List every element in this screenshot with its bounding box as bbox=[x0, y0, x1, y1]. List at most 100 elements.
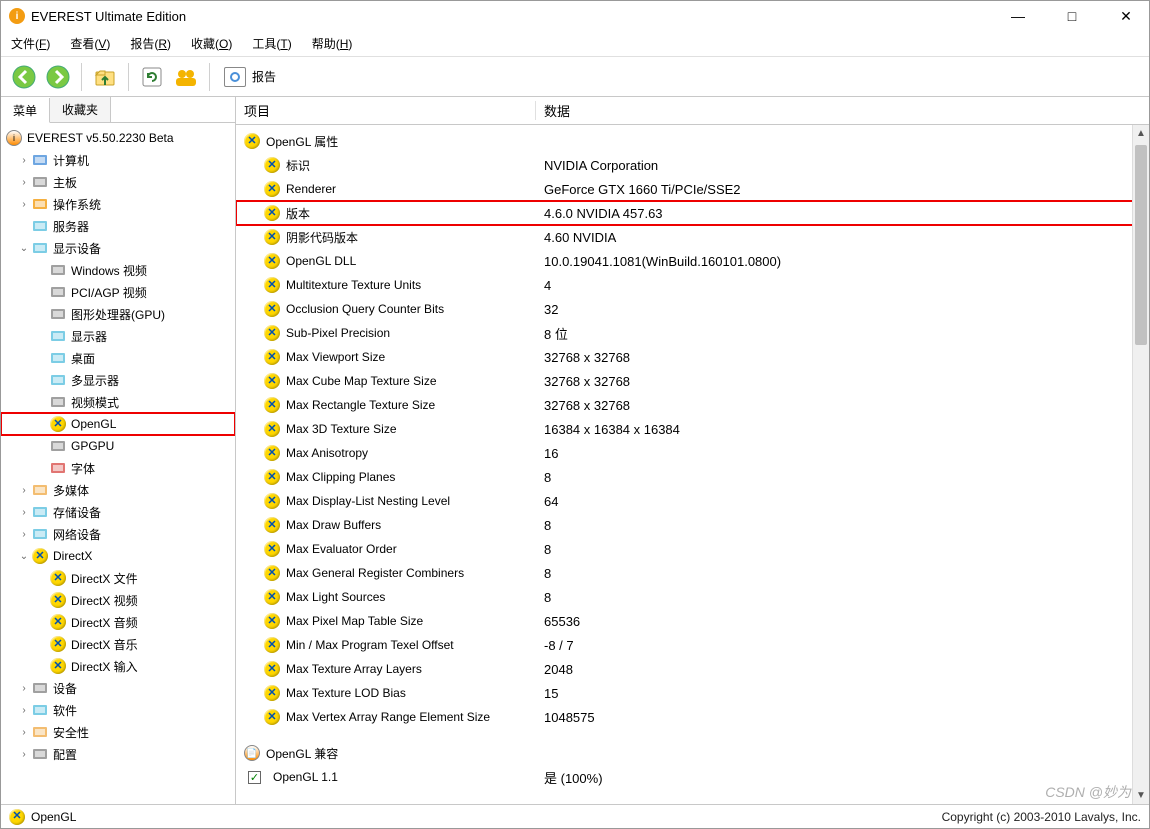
refresh-button[interactable] bbox=[137, 62, 167, 92]
tree-node[interactable]: 显示器 bbox=[1, 325, 235, 347]
expander-icon[interactable]: › bbox=[17, 727, 31, 738]
tree-node[interactable]: 桌面 bbox=[1, 347, 235, 369]
minimize-button[interactable]: — bbox=[1003, 1, 1033, 31]
tab-favorites[interactable]: 收藏夹 bbox=[50, 97, 111, 122]
property-row[interactable]: ✕Max Evaluator Order8 bbox=[236, 537, 1149, 561]
tree-label: 显示器 bbox=[71, 328, 107, 345]
property-value: 32768 x 32768 bbox=[536, 350, 1149, 365]
tab-menu[interactable]: 菜单 bbox=[1, 98, 50, 123]
tree-node[interactable]: ›主板 bbox=[1, 171, 235, 193]
tree-label: GPGPU bbox=[71, 439, 114, 453]
menu-item[interactable]: 查看(V) bbox=[66, 33, 114, 54]
tree-node[interactable]: 多显示器 bbox=[1, 369, 235, 391]
property-row[interactable]: ✕Multitexture Texture Units4 bbox=[236, 273, 1149, 297]
scroll-up-arrow[interactable]: ▲ bbox=[1133, 125, 1149, 142]
users-button[interactable] bbox=[171, 62, 201, 92]
tree-node[interactable]: ✕DirectX 视频 bbox=[1, 589, 235, 611]
maximize-button[interactable]: □ bbox=[1057, 1, 1087, 31]
property-value: 8 bbox=[536, 590, 1149, 605]
property-row[interactable]: ✕Max Light Sources8 bbox=[236, 585, 1149, 609]
report-button[interactable]: 报告 bbox=[218, 62, 282, 92]
property-row[interactable]: ✕Max Viewport Size32768 x 32768 bbox=[236, 345, 1149, 369]
expander-icon[interactable]: › bbox=[17, 705, 31, 716]
header-col-data[interactable]: 数据 bbox=[536, 101, 1149, 120]
tree-node[interactable]: ✕DirectX 文件 bbox=[1, 567, 235, 589]
tree-node[interactable]: ✕DirectX 音乐 bbox=[1, 633, 235, 655]
tree-node[interactable]: 字体 bbox=[1, 457, 235, 479]
tree-root[interactable]: iEVEREST v5.50.2230 Beta bbox=[1, 127, 235, 149]
tree-node[interactable]: 图形处理器(GPU) bbox=[1, 303, 235, 325]
menu-item[interactable]: 报告(R) bbox=[126, 33, 175, 54]
tree-node[interactable]: ›软件 bbox=[1, 699, 235, 721]
tree-node[interactable]: ✕DirectX 音频 bbox=[1, 611, 235, 633]
compat-row[interactable]: ✓OpenGL 1.1是 (100%) bbox=[236, 765, 1149, 789]
tree-node[interactable]: 视频模式 bbox=[1, 391, 235, 413]
back-button[interactable] bbox=[9, 62, 39, 92]
scroll-down-arrow[interactable]: ▼ bbox=[1133, 787, 1149, 804]
tree-node[interactable]: ›网络设备 bbox=[1, 523, 235, 545]
expander-icon[interactable]: › bbox=[17, 485, 31, 496]
property-row[interactable]: ✕Max 3D Texture Size16384 x 16384 x 1638… bbox=[236, 417, 1149, 441]
expander-icon[interactable]: ⌄ bbox=[17, 243, 31, 254]
property-row[interactable]: ✕标识NVIDIA Corporation bbox=[236, 153, 1149, 177]
scroll-thumb[interactable] bbox=[1135, 145, 1147, 345]
up-button[interactable] bbox=[90, 62, 120, 92]
property-row[interactable]: ✕Sub-Pixel Precision8 位 bbox=[236, 321, 1149, 345]
tree-node[interactable]: ›多媒体 bbox=[1, 479, 235, 501]
property-row[interactable]: ✕Max Rectangle Texture Size32768 x 32768 bbox=[236, 393, 1149, 417]
expander-icon[interactable]: › bbox=[17, 155, 31, 166]
tree-node[interactable]: ›操作系统 bbox=[1, 193, 235, 215]
property-row[interactable]: ✕Max Cube Map Texture Size32768 x 32768 bbox=[236, 369, 1149, 393]
property-name: Max Rectangle Texture Size bbox=[286, 398, 435, 412]
expander-icon[interactable]: › bbox=[17, 507, 31, 518]
property-row[interactable]: ✕Min / Max Program Texel Offset-8 / 7 bbox=[236, 633, 1149, 657]
expander-icon[interactable]: › bbox=[17, 683, 31, 694]
vertical-scrollbar[interactable]: ▲ ▼ bbox=[1132, 125, 1149, 804]
property-row[interactable]: ✕Max Anisotropy16 bbox=[236, 441, 1149, 465]
property-row[interactable]: ✕Max Vertex Array Range Element Size1048… bbox=[236, 705, 1149, 729]
tree-node[interactable]: ✕OpenGL bbox=[1, 413, 235, 435]
tree-node[interactable]: ⌄✕DirectX bbox=[1, 545, 235, 567]
property-row[interactable]: ✕Max Draw Buffers8 bbox=[236, 513, 1149, 537]
property-row[interactable]: ✕RendererGeForce GTX 1660 Ti/PCIe/SSE2 bbox=[236, 177, 1149, 201]
x-icon: ✕ bbox=[50, 416, 66, 432]
property-value: 16384 x 16384 x 16384 bbox=[536, 422, 1149, 437]
property-row[interactable]: ✕Max Clipping Planes8 bbox=[236, 465, 1149, 489]
property-row[interactable]: ✕Max Display-List Nesting Level64 bbox=[236, 489, 1149, 513]
close-button[interactable]: ✕ bbox=[1111, 1, 1141, 31]
tree-node[interactable]: ⌄显示设备 bbox=[1, 237, 235, 259]
property-row[interactable]: ✕阴影代码版本4.60 NVIDIA bbox=[236, 225, 1149, 249]
tree-view[interactable]: iEVEREST v5.50.2230 Beta›计算机›主板›操作系统服务器⌄… bbox=[1, 123, 235, 804]
menu-item[interactable]: 工具(T) bbox=[248, 33, 295, 54]
tree-node[interactable]: PCI/AGP 视频 bbox=[1, 281, 235, 303]
list-body[interactable]: ✕OpenGL 属性✕标识NVIDIA Corporation✕Renderer… bbox=[236, 125, 1149, 804]
property-name: Max Vertex Array Range Element Size bbox=[286, 710, 490, 724]
expander-icon[interactable]: › bbox=[17, 199, 31, 210]
property-row[interactable]: ✕Occlusion Query Counter Bits32 bbox=[236, 297, 1149, 321]
window-controls: — □ ✕ bbox=[1003, 1, 1141, 31]
property-row[interactable]: ✕Max Texture LOD Bias15 bbox=[236, 681, 1149, 705]
expander-icon[interactable]: › bbox=[17, 177, 31, 188]
header-col-item[interactable]: 项目 bbox=[236, 101, 536, 120]
expander-icon[interactable]: › bbox=[17, 529, 31, 540]
expander-icon[interactable]: › bbox=[17, 749, 31, 760]
tree-node[interactable]: ›配置 bbox=[1, 743, 235, 765]
property-row[interactable]: ✕Max Texture Array Layers2048 bbox=[236, 657, 1149, 681]
tree-node[interactable]: ✕DirectX 输入 bbox=[1, 655, 235, 677]
tree-node[interactable]: ›计算机 bbox=[1, 149, 235, 171]
expander-icon[interactable]: ⌄ bbox=[17, 551, 31, 562]
forward-button[interactable] bbox=[43, 62, 73, 92]
menu-item[interactable]: 帮助(H) bbox=[308, 33, 357, 54]
property-row[interactable]: ✕OpenGL DLL10.0.19041.1081(WinBuild.1601… bbox=[236, 249, 1149, 273]
menu-item[interactable]: 收藏(O) bbox=[187, 33, 236, 54]
tree-node[interactable]: GPGPU bbox=[1, 435, 235, 457]
tree-node[interactable]: Windows 视频 bbox=[1, 259, 235, 281]
tree-node[interactable]: ›安全性 bbox=[1, 721, 235, 743]
property-row[interactable]: ✕版本4.6.0 NVIDIA 457.63 bbox=[236, 201, 1149, 225]
property-row[interactable]: ✕Max Pixel Map Table Size65536 bbox=[236, 609, 1149, 633]
property-row[interactable]: ✕Max General Register Combiners8 bbox=[236, 561, 1149, 585]
tree-node[interactable]: ›设备 bbox=[1, 677, 235, 699]
tree-node[interactable]: ›存储设备 bbox=[1, 501, 235, 523]
tree-node[interactable]: 服务器 bbox=[1, 215, 235, 237]
menu-item[interactable]: 文件(F) bbox=[7, 33, 54, 54]
